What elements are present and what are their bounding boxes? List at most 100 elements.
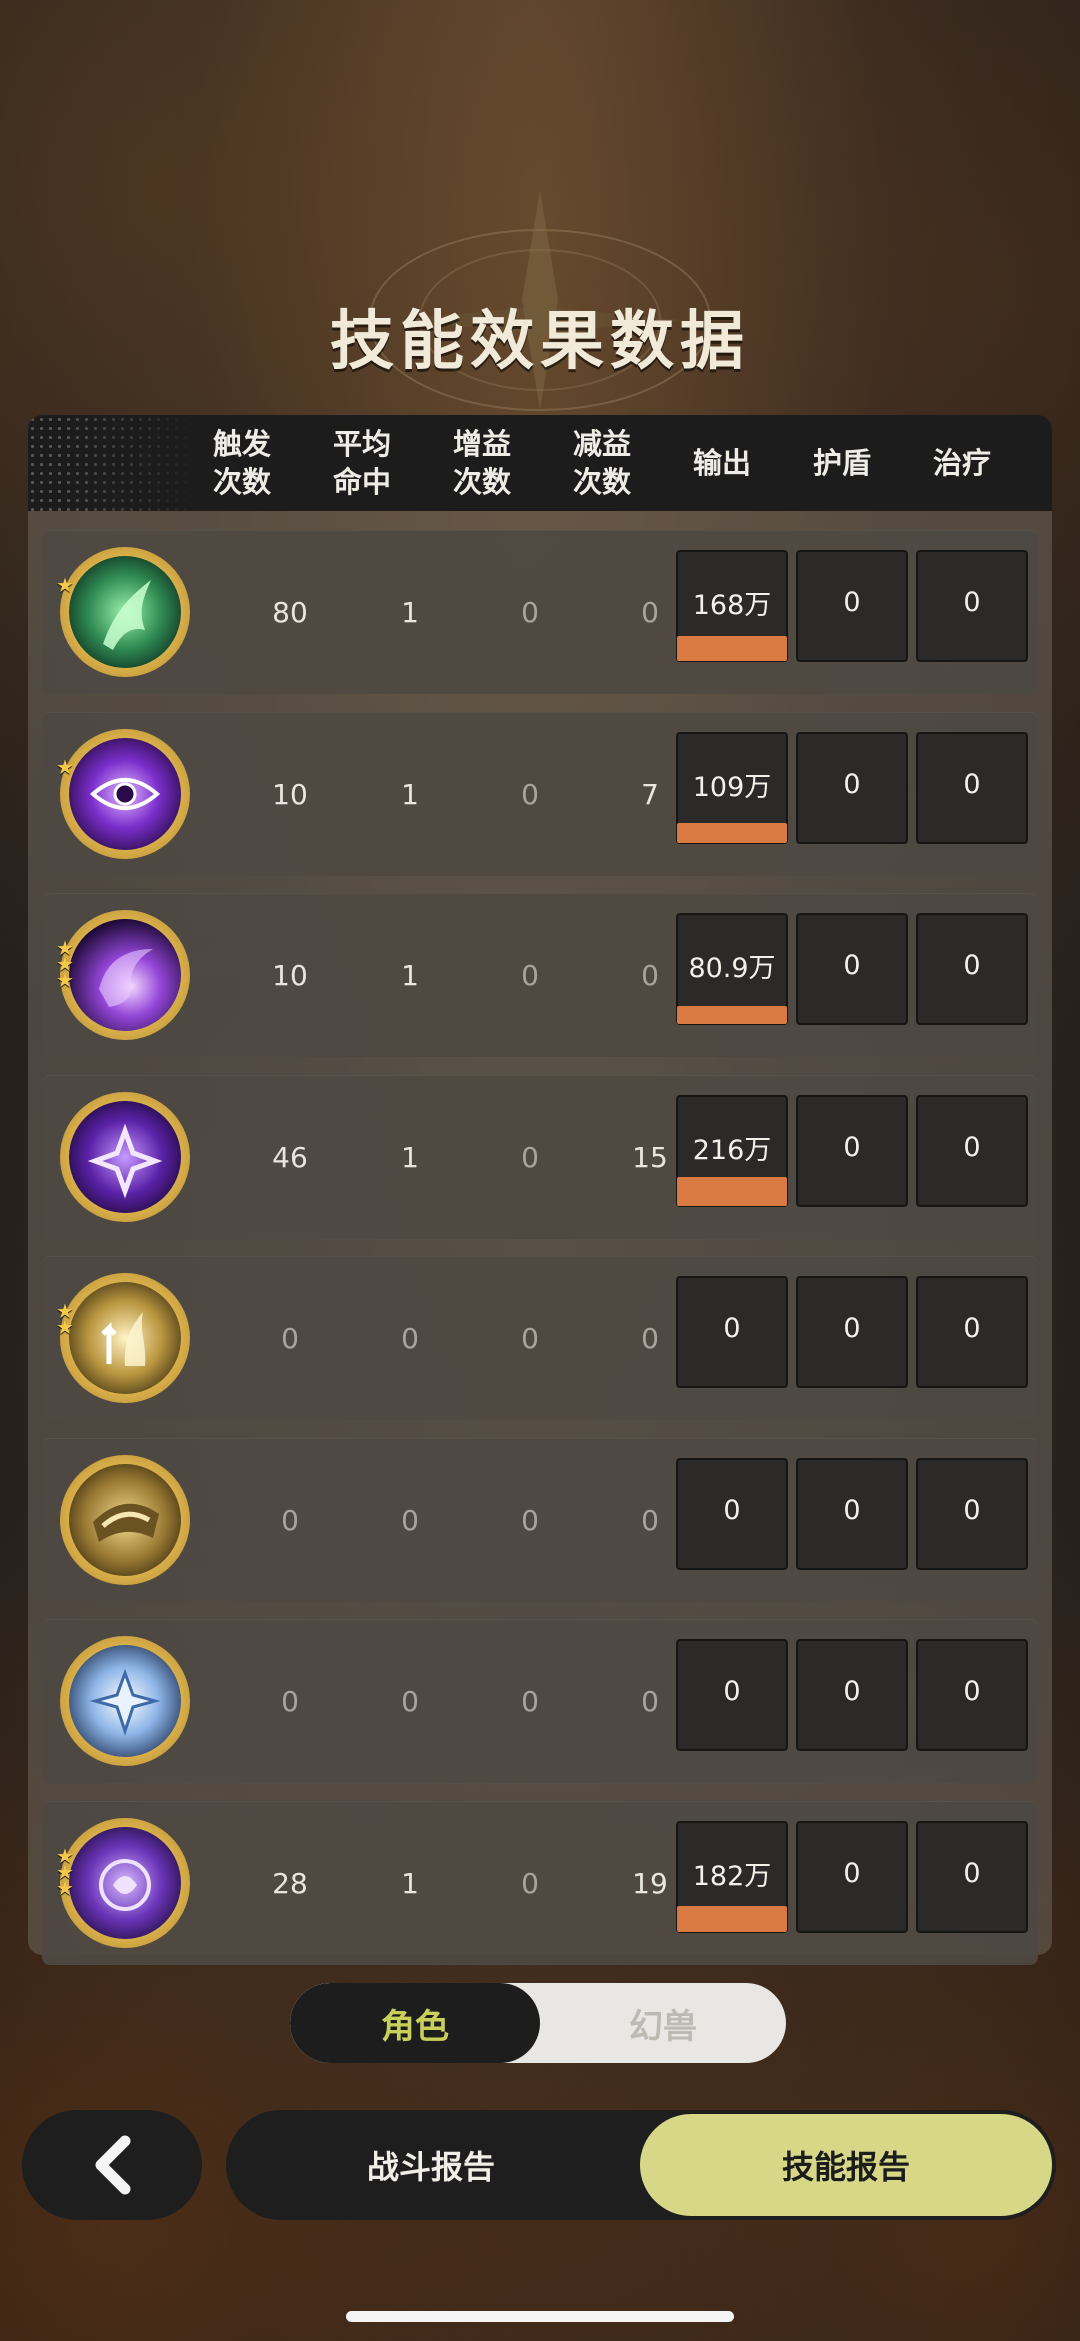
table-row[interactable]: ★ ★ ★ 28 1 0 19 182万 0 0 <box>42 1801 1038 1965</box>
table-row[interactable]: 0000000 <box>42 1438 1038 1602</box>
heal-value: 0 <box>963 1131 981 1163</box>
buff-count: 0 <box>521 1866 539 1900</box>
damage-value: 0 <box>723 1675 741 1707</box>
table-row[interactable]: 46 1 0 15 216万 0 0 <box>42 1075 1038 1239</box>
toggle-beast[interactable]: 幻兽 <box>540 1983 786 2063</box>
avg-hit: 0 <box>401 1321 419 1355</box>
role-beast-toggle[interactable]: 角色 幻兽 <box>290 1983 786 2063</box>
column-header-line2: 次数 <box>212 465 271 499</box>
shield-value: 0 <box>843 1131 861 1163</box>
heal-cell: 0 <box>916 732 1028 844</box>
buff-count: 0 <box>521 1503 539 1537</box>
star-rating: ★ ★ <box>56 1301 78 1337</box>
shield-value: 0 <box>843 1494 861 1526</box>
tab-skill-report[interactable]: 技能报告 <box>640 2114 1052 2216</box>
damage-value: 0 <box>723 1312 741 1344</box>
heal-value: 0 <box>963 768 981 800</box>
damage-cell: 168万 <box>676 550 788 662</box>
heal-value: 0 <box>963 1494 981 1526</box>
skill-icon-frame[interactable] <box>60 1636 190 1766</box>
column-header: 增益 次数 <box>422 415 542 511</box>
damage-cell: 0 <box>676 1276 788 1388</box>
trigger-count: 0 <box>281 1503 299 1537</box>
shield-value: 0 <box>843 768 861 800</box>
tab-battle-report[interactable]: 战斗报告 <box>226 2110 636 2220</box>
header-pattern <box>28 415 198 511</box>
column-header-line1: 治疗 <box>932 446 991 480</box>
column-header: 触发 次数 <box>182 415 302 511</box>
damage-cell: 109万 <box>676 732 788 844</box>
buff-count: 0 <box>521 958 539 992</box>
star-rating: ★ ★ ★ <box>56 938 78 990</box>
table-row[interactable]: ★ 80 1 0 0 168万 0 0 <box>42 530 1038 694</box>
shield-cell: 0 <box>796 1639 908 1751</box>
buff-count: 0 <box>521 777 539 811</box>
buff-count: 0 <box>521 595 539 629</box>
back-button[interactable] <box>22 2110 202 2220</box>
shield-value: 0 <box>843 1857 861 1889</box>
toggle-character[interactable]: 角色 <box>290 1983 540 2063</box>
column-header: 输出 <box>662 415 782 511</box>
heal-cell: 0 <box>916 1095 1028 1207</box>
damage-value: 168万 <box>692 589 772 621</box>
column-header: 护盾 <box>782 415 902 511</box>
avg-hit: 0 <box>401 1684 419 1718</box>
star-rating: ★ <box>56 757 78 777</box>
damage-cell: 216万 <box>676 1095 788 1207</box>
star-icon: ★ <box>56 968 74 992</box>
damage-share-bar <box>677 823 787 843</box>
golden-armor-skill-icon <box>69 1464 181 1576</box>
skill-icon-frame[interactable]: ★ ★ ★ <box>56 1818 190 1948</box>
shield-value: 0 <box>843 1675 861 1707</box>
avg-hit: 1 <box>401 1140 419 1174</box>
column-header-line2: 次数 <box>452 465 511 499</box>
trigger-count: 0 <box>281 1321 299 1355</box>
avg-hit: 1 <box>401 595 419 629</box>
damage-share-bar <box>677 1006 787 1024</box>
column-header-line1: 触发 <box>212 427 271 461</box>
heal-value: 0 <box>963 949 981 981</box>
skill-icon-frame[interactable] <box>60 1455 190 1585</box>
avg-hit: 1 <box>401 1866 419 1900</box>
shield-cell: 0 <box>796 1095 908 1207</box>
column-header-line2: 次数 <box>572 465 631 499</box>
column-header-line1: 增益 <box>452 427 511 461</box>
damage-cell: 80.9万 <box>676 913 788 1025</box>
star-icon: ★ <box>56 1315 74 1339</box>
damage-cell: 182万 <box>676 1821 788 1933</box>
skill-icon-frame[interactable]: ★ ★ ★ <box>56 910 190 1040</box>
damage-value: 0 <box>723 1494 741 1526</box>
skill-icon-frame[interactable] <box>60 1092 190 1222</box>
avg-hit: 0 <box>401 1503 419 1537</box>
shield-cell: 0 <box>796 913 908 1025</box>
column-header-line1: 减益 <box>572 427 631 461</box>
shield-cell: 0 <box>796 732 908 844</box>
damage-share-bar <box>677 636 787 661</box>
purple-swirl-orb-skill-icon <box>69 919 181 1031</box>
trigger-count: 10 <box>272 958 308 992</box>
title-area: 技能效果数据 <box>0 150 1080 411</box>
column-header: 减益 次数 <box>542 415 662 511</box>
heal-value: 0 <box>963 586 981 618</box>
column-header: 平均 命中 <box>302 415 422 511</box>
star-icon: ★ <box>56 1876 74 1900</box>
table-row[interactable]: ★ 10 1 0 7 109万 0 0 <box>42 712 1038 876</box>
damage-value: 109万 <box>692 771 772 803</box>
damage-value: 80.9万 <box>688 952 776 984</box>
damage-cell: 0 <box>676 1458 788 1570</box>
skill-icon-frame[interactable]: ★ ★ <box>56 1273 190 1403</box>
damage-cell: 0 <box>676 1639 788 1751</box>
buff-count: 0 <box>521 1684 539 1718</box>
blue-crystal-star-skill-icon <box>69 1645 181 1757</box>
table-row[interactable]: ★ ★ 0 0 0 0 0 0 0 <box>42 1256 1038 1420</box>
damage-value: 216万 <box>692 1134 772 1166</box>
table-row[interactable]: 0000000 <box>42 1619 1038 1783</box>
table-row[interactable]: ★ ★ ★ 10 1 0 0 80.9万 0 0 <box>42 893 1038 1057</box>
skill-icon-frame[interactable]: ★ <box>56 729 190 859</box>
trigger-count: 80 <box>272 595 308 629</box>
trigger-count: 46 <box>272 1140 308 1174</box>
shield-value: 0 <box>843 586 861 618</box>
heal-cell: 0 <box>916 1458 1028 1570</box>
skill-icon-frame[interactable]: ★ <box>56 547 190 677</box>
column-header: 治疗 <box>902 415 1022 511</box>
